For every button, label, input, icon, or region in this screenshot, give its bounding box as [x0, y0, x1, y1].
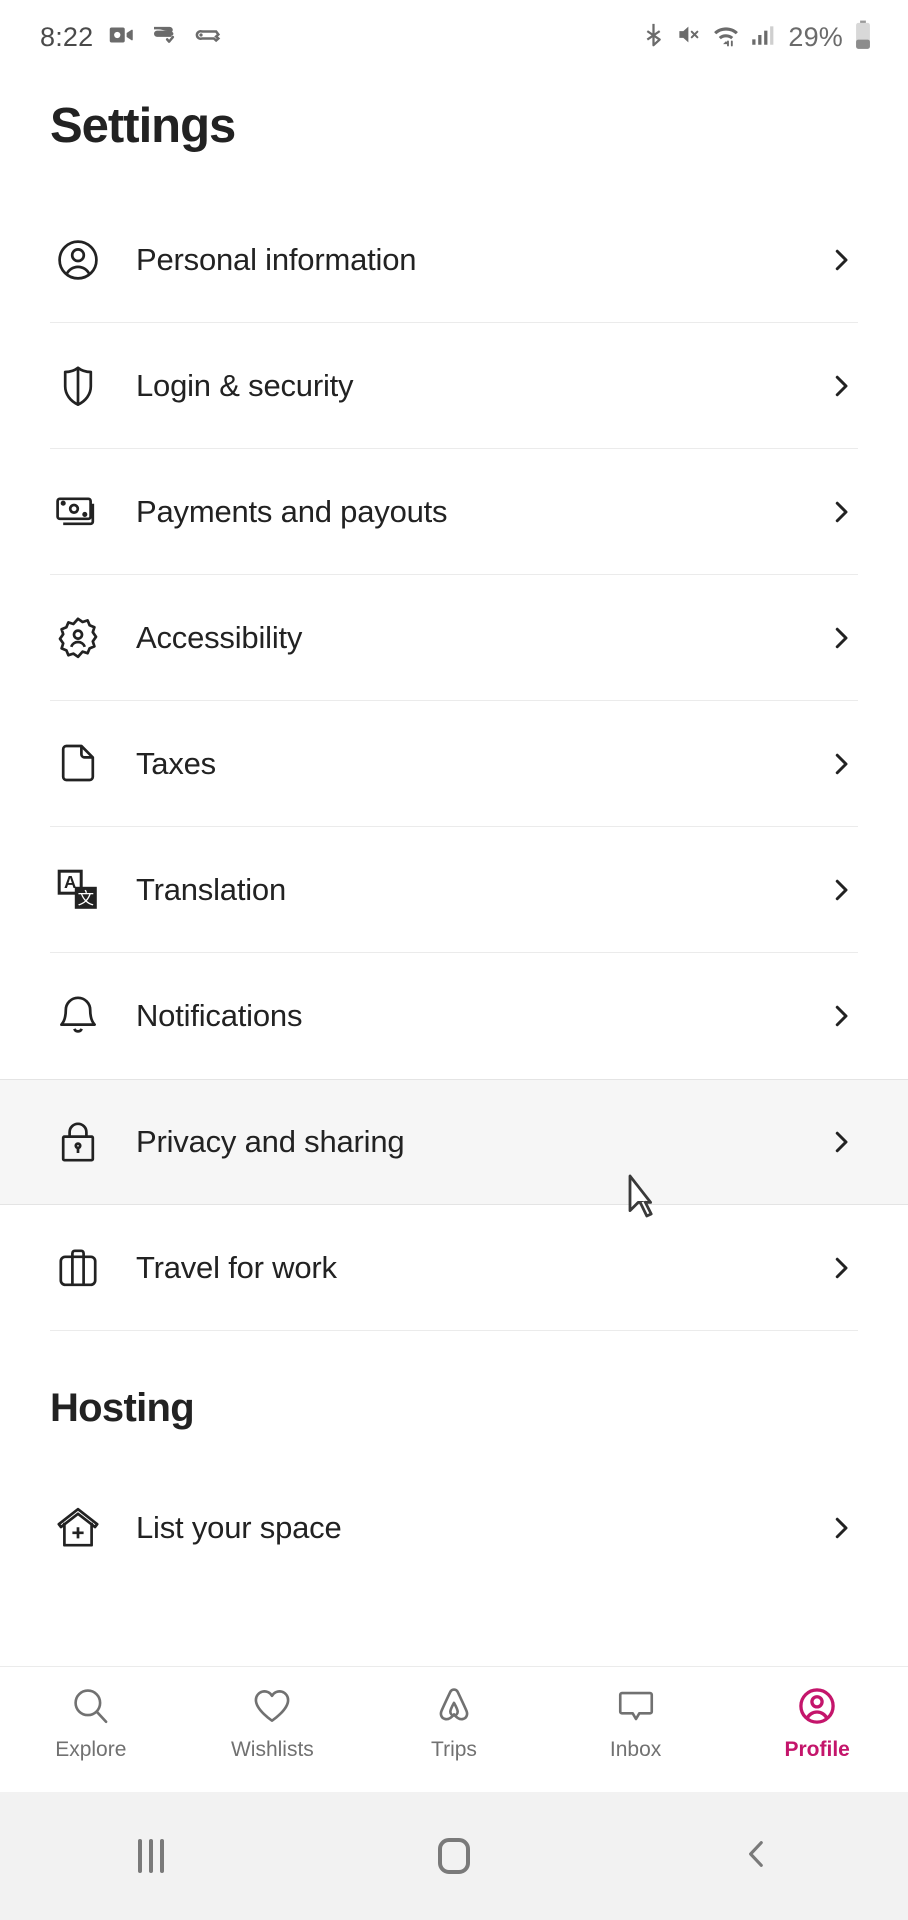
- lock-icon: [50, 1114, 106, 1170]
- chevron-right-icon: [826, 245, 856, 275]
- chevron-right-icon: [826, 875, 856, 905]
- settings-row-notifications[interactable]: Notifications: [0, 953, 908, 1079]
- user-circle-icon: [796, 1683, 838, 1729]
- chevron-right-icon: [826, 371, 856, 401]
- back-button[interactable]: [605, 1837, 908, 1876]
- volume-mute-icon: [676, 21, 703, 53]
- home-button[interactable]: [303, 1838, 606, 1874]
- search-icon: [70, 1683, 112, 1729]
- chevron-right-icon: [826, 1513, 856, 1543]
- banknotes-icon: [50, 484, 106, 540]
- settings-row-taxes[interactable]: Taxes: [0, 701, 908, 827]
- row-divider: [0, 1079, 908, 1080]
- settings-row-label: Payments and payouts: [136, 494, 448, 529]
- chevron-right-icon: [826, 749, 856, 779]
- android-navigation-bar: [0, 1792, 908, 1920]
- home-icon: [438, 1838, 470, 1874]
- suitcase-icon: [50, 1240, 106, 1296]
- document-icon: [50, 736, 106, 792]
- chevron-right-icon: [826, 623, 856, 653]
- tab-inbox[interactable]: Inbox: [545, 1667, 727, 1762]
- wifi-icon: [712, 21, 740, 54]
- bottom-tab-bar: Explore Wishlists Trips Inbox Profile: [0, 1666, 908, 1792]
- tab-trips[interactable]: Trips: [363, 1667, 545, 1762]
- row-divider: [50, 1330, 858, 1331]
- status-bar-clock: 8:22: [40, 21, 94, 52]
- airbnb-belo-icon: [433, 1683, 475, 1729]
- battery-icon: [852, 20, 874, 55]
- settings-row-label: Travel for work: [136, 1250, 337, 1285]
- tab-label: Profile: [784, 1738, 850, 1761]
- status-bar-right: 29%: [640, 20, 874, 55]
- user-circle-icon: [50, 232, 106, 288]
- tab-label: Trips: [431, 1738, 477, 1761]
- settings-row-label: Notifications: [136, 998, 303, 1033]
- tab-label: Wishlists: [230, 1738, 314, 1761]
- recents-button[interactable]: [0, 1839, 303, 1873]
- battery-percentage-label: 29%: [788, 21, 843, 52]
- settings-row-label: Taxes: [136, 746, 216, 781]
- chevron-right-icon: [826, 1253, 856, 1283]
- video-camera-icon: [106, 20, 136, 55]
- tab-wishlists[interactable]: Wishlists: [182, 1667, 364, 1762]
- settings-row-personal-information[interactable]: Personal information: [0, 197, 908, 323]
- house-plus-icon: [50, 1500, 106, 1556]
- settings-row-login-security[interactable]: Login & security: [0, 323, 908, 449]
- chevron-right-icon: [826, 497, 856, 527]
- settings-row-label: Personal information: [136, 242, 417, 277]
- tab-explore[interactable]: Explore: [0, 1667, 182, 1762]
- settings-row-travel-for-work[interactable]: Travel for work: [0, 1205, 908, 1331]
- cellular-signal-icon: [749, 22, 775, 53]
- svg-text:A: A: [64, 872, 76, 892]
- bell-icon: [50, 988, 106, 1044]
- settings-row-privacy-sharing[interactable]: Privacy and sharing: [0, 1079, 908, 1205]
- settings-row-label: Translation: [136, 872, 286, 907]
- recents-icon: [138, 1839, 165, 1873]
- shield-icon: [50, 358, 106, 414]
- chevron-right-icon: [826, 1127, 856, 1157]
- settings-row-label: Accessibility: [136, 620, 303, 655]
- hosting-row-label: List your space: [136, 1510, 342, 1545]
- speech-bubble-icon: [615, 1683, 657, 1729]
- bluetooth-icon: [640, 21, 667, 53]
- hosting-list: List your space: [0, 1465, 908, 1591]
- gear-person-icon: [50, 610, 106, 666]
- translate-icon: A文: [50, 862, 106, 918]
- vpn-key-icon: [192, 20, 222, 55]
- heart-icon: [251, 1683, 293, 1729]
- page-title: Settings: [50, 99, 236, 153]
- settings-row-label: Privacy and sharing: [136, 1124, 405, 1159]
- settings-row-payments-payouts[interactable]: Payments and payouts: [0, 449, 908, 575]
- tab-label: Inbox: [609, 1738, 662, 1761]
- settings-list: Personal information Login & security Pa…: [0, 197, 908, 1331]
- section-title-hosting: Hosting: [50, 1386, 195, 1430]
- svg-text:文: 文: [78, 890, 94, 908]
- status-bar: 8:22 29%: [0, 0, 908, 74]
- settings-row-label: Login & security: [136, 368, 354, 403]
- settings-row-accessibility[interactable]: Accessibility: [0, 575, 908, 701]
- settings-row-translation[interactable]: A文 Translation: [0, 827, 908, 953]
- screen-record-icon: [149, 20, 179, 55]
- back-icon: [740, 1837, 774, 1876]
- tab-profile[interactable]: Profile: [726, 1667, 908, 1762]
- chevron-right-icon: [826, 1001, 856, 1031]
- tab-label: Explore: [55, 1738, 127, 1761]
- hosting-row-list-your-space[interactable]: List your space: [0, 1465, 908, 1591]
- status-bar-left: 8:22: [40, 20, 222, 55]
